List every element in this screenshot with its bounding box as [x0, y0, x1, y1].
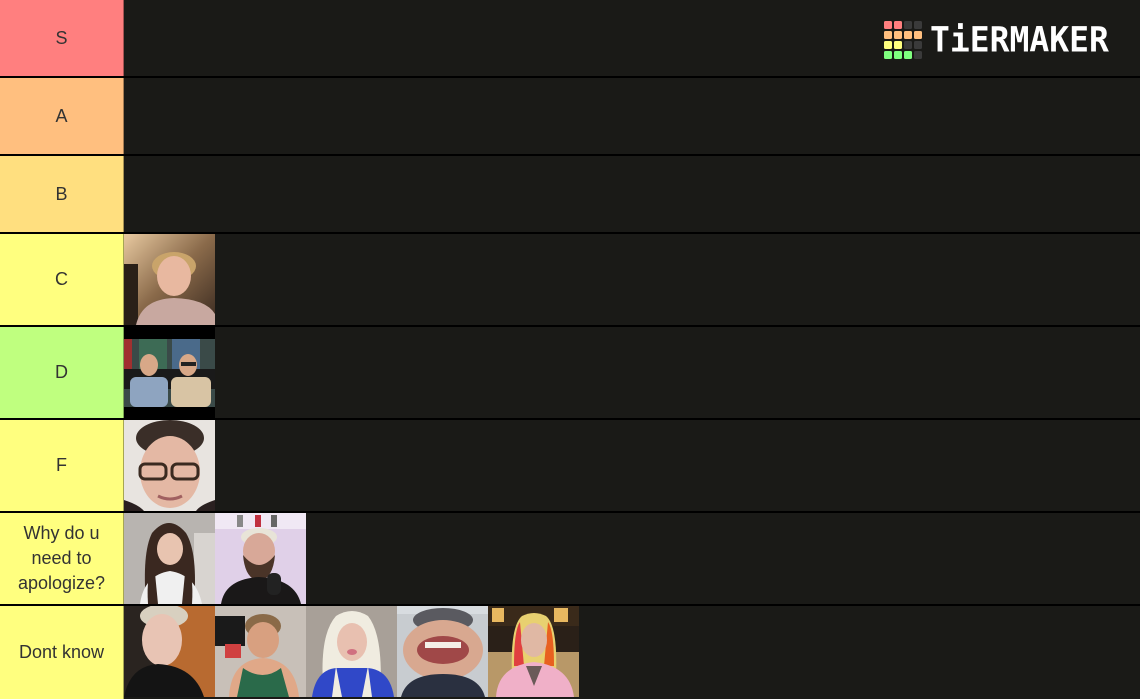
- tier-item-blonde-woman-blue-shirt-thumbnail[interactable]: [306, 606, 397, 697]
- tier-row-d: D: [0, 327, 1140, 420]
- tier-list: S A B C D F Why do u need to apologize? …: [0, 0, 1140, 699]
- tier-item-blond-man-apology-thumbnail[interactable]: [124, 234, 215, 325]
- tiermaker-logo-grid-icon: [884, 21, 922, 59]
- tier-label-a[interactable]: A: [0, 78, 124, 154]
- tier-items-b[interactable]: [124, 156, 1140, 232]
- logo-grid-square: [914, 31, 922, 39]
- tier-item-long-hair-woman-thumbnail[interactable]: [124, 513, 215, 604]
- tier-items-c[interactable]: [124, 234, 1140, 325]
- tier-item-distorted-face-meme-thumbnail[interactable]: [397, 606, 488, 697]
- logo-grid-square: [884, 41, 892, 49]
- tier-label-s[interactable]: S: [0, 0, 124, 76]
- tier-row-a: A: [0, 78, 1140, 156]
- logo-grid-square: [904, 31, 912, 39]
- logo-grid-square: [894, 31, 902, 39]
- tier-row-f: F: [0, 420, 1140, 513]
- tier-row-c: C: [0, 234, 1140, 327]
- logo-grid-square: [904, 41, 912, 49]
- logo-grid-square: [914, 51, 922, 59]
- tiermaker-logo: TiERMAKER: [884, 19, 1109, 60]
- tier-item-two-men-apology-thumbnail[interactable]: [124, 327, 215, 418]
- tier-item-woman-green-top-thumbnail[interactable]: [215, 606, 306, 697]
- logo-grid-square: [884, 51, 892, 59]
- tier-label-why-apologize[interactable]: Why do u need to apologize?: [0, 513, 124, 604]
- tier-items-d[interactable]: [124, 327, 1140, 418]
- tiermaker-logo-text: TiERMAKER: [930, 19, 1109, 60]
- logo-grid-square: [894, 51, 902, 59]
- logo-grid-square: [904, 21, 912, 29]
- logo-grid-square: [884, 31, 892, 39]
- tier-item-glasses-young-man-thumbnail[interactable]: [124, 420, 215, 511]
- logo-grid-square: [904, 51, 912, 59]
- tier-item-rainbow-hair-pink-robe-thumbnail[interactable]: [488, 606, 579, 697]
- logo-grid-square: [884, 21, 892, 29]
- logo-grid-square: [894, 21, 902, 29]
- tier-item-bearded-man-headset-thumbnail[interactable]: [215, 513, 306, 604]
- tier-label-dont-know[interactable]: Dont know: [0, 606, 124, 699]
- tier-label-c[interactable]: C: [0, 234, 124, 325]
- logo-grid-square: [914, 21, 922, 29]
- tier-item-pale-man-black-shirt-thumbnail[interactable]: [124, 606, 215, 697]
- logo-grid-square: [914, 41, 922, 49]
- tier-row-why-apologize: Why do u need to apologize?: [0, 513, 1140, 606]
- tier-items-f[interactable]: [124, 420, 1140, 511]
- tier-label-d[interactable]: D: [0, 327, 124, 418]
- tier-row-dont-know: Dont know: [0, 606, 1140, 699]
- tier-items-dont-know[interactable]: [124, 606, 1140, 699]
- tier-label-f[interactable]: F: [0, 420, 124, 511]
- tier-items-a[interactable]: [124, 78, 1140, 154]
- tier-items-why-apologize[interactable]: [124, 513, 1140, 604]
- tier-row-b: B: [0, 156, 1140, 234]
- tier-label-b[interactable]: B: [0, 156, 124, 232]
- logo-grid-square: [894, 41, 902, 49]
